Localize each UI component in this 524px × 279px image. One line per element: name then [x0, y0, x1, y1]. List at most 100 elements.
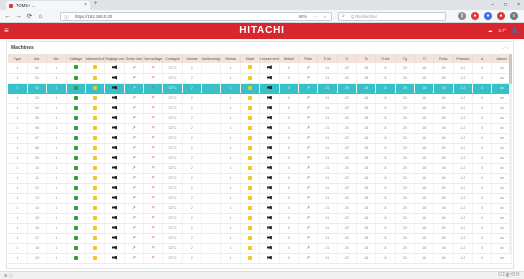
cell-value: 22°C	[168, 216, 177, 220]
column-header[interactable]: Ver.	[46, 54, 67, 63]
column-header[interactable]: Consigne	[162, 54, 183, 63]
table-row[interactable]: 1 03 1 ↗ × 22°C 2 - 1 0 ↗ 21 20 18 8 20 16 40 1,2 0 ok	[8, 93, 512, 104]
cell-value: 21	[325, 96, 330, 100]
table-cell: 20	[395, 203, 416, 214]
scroll-thumb[interactable]	[509, 54, 512, 84]
cell-value: -	[210, 186, 212, 190]
reload-button[interactable]: ⟳	[25, 12, 34, 21]
table-row[interactable]: 1 00 1 ↗ × 22°C 2 - 1 0 ↗ 21 20 18 8 20 16 40 1,2 0 ok	[8, 63, 512, 74]
column-header[interactable]: Puiss.	[433, 54, 454, 63]
column-header[interactable]: Filtre	[298, 54, 319, 63]
column-header[interactable]: Cablage	[66, 54, 86, 63]
library-icon[interactable]: ⫼	[458, 12, 466, 20]
table-cell: ↗	[298, 143, 319, 154]
table-row[interactable]: 1 06 1 ↗ × 22°C 2 - 1 0 ↗ 21 20 18 8 20 16 40 1,2 0 ok	[8, 123, 512, 134]
table-row[interactable]: 1 05 1 ↗ × 22°C 2 - 1 0 ↗ 21 20 18 8 20 16 40 1,2 0 ok	[8, 113, 512, 124]
table-row[interactable]: 1 17 1 ↗ × 22°C 2 - 1 0 ↗ 21 20 18 8 20 16 40 1,2 0 ok	[8, 233, 512, 244]
minimize-button[interactable]: –	[491, 0, 494, 10]
table-cell: 2	[182, 233, 203, 244]
column-header[interactable]: Mode	[240, 54, 261, 63]
table-row[interactable]: 1 10 1 ↗ × 22°C 2-1 0 ↗ 21 20 18 8 20 16 40 1,2 0 ok	[8, 163, 512, 174]
table-row[interactable]: 1 13 1 ↗ × 22°C 2 - 1 0 ↗ 21 20 18 8 20 16 40 1,2 0 ok	[8, 193, 512, 204]
column-header[interactable]: Ti int.	[317, 54, 338, 63]
column-header[interactable]: Pression	[453, 54, 474, 63]
user-icon[interactable]: 👤	[512, 23, 518, 39]
column-header[interactable]: Réglage ventilation	[104, 54, 125, 63]
table-row[interactable]: 1 09 1 ↗ × 22°C 2 - 1 0 ↗ 21 20 18 8 20 16 40 1,2 0 ok	[8, 153, 512, 164]
column-header[interactable]: Verrouillage	[143, 54, 164, 63]
fan-status-icon	[266, 165, 272, 170]
column-header[interactable]: Sortie d'air	[124, 54, 145, 63]
zoom-level[interactable]: 90%	[299, 13, 307, 20]
search-input[interactable]: ⌕ Q Rechercher	[338, 12, 446, 21]
column-header[interactable]: Adr.	[27, 54, 48, 63]
fan-status-icon	[266, 215, 272, 220]
column-header[interactable]: Tc	[356, 54, 377, 63]
bookmark-star-icon[interactable]: ☆	[323, 13, 327, 20]
table-cell: 2	[182, 143, 203, 154]
cell-value: 20	[344, 206, 349, 210]
cell-value: 20	[344, 156, 349, 160]
info-icon[interactable]: ⓘ	[64, 14, 69, 21]
vertical-scrollbar[interactable]	[509, 54, 512, 254]
column-header[interactable]: Antibourrage	[201, 54, 222, 63]
column-header[interactable]: Tr	[337, 54, 357, 63]
column-header[interactable]: Tg	[395, 54, 416, 63]
table-row[interactable]: 1 19 1 ↗ × 22°C 2 - 1 0 ↗ 21 20 18 8 20 16 40 1,2 0 ok	[8, 253, 512, 264]
page-actions-icon[interactable]: ···	[313, 13, 317, 20]
table-row[interactable]: 1 11 1 ↗ × 22°C 2-1 0 ↗ 21 20 18 8 20 16 40 1,2 0 ok	[8, 173, 512, 184]
cell-value: 21	[325, 226, 330, 230]
cell-value: 18	[364, 226, 369, 230]
close-window-button[interactable]: ×	[517, 0, 520, 10]
table-row[interactable]: 1 01 1 ↗ × 22°C 2 - 1 0 ↗ 21 20 18 8 20 16 40 1,2 0 ok	[8, 73, 512, 84]
new-tab-button[interactable]: +	[94, 1, 98, 7]
column-header[interactable]: Lecture ventilation	[259, 54, 280, 63]
table-cell: 20	[395, 103, 416, 114]
url-bar[interactable]: ⓘ https://192.168.0.20 90% ··· ☆	[60, 12, 332, 21]
cell-value: 21	[325, 65, 330, 70]
table-row[interactable]: 1 14 1 ↗ × 22°C 2 - 1 0 ↗ 21 20 18 8 20 16 40 1,2 0 ok	[8, 203, 512, 214]
extension-red-icon[interactable]: ●	[471, 12, 479, 20]
maximize-button[interactable]: □	[504, 0, 507, 10]
table-row[interactable]: 1 18 1 ↗ × 22°C 2 - 1 0 ↗ 21 20 18 8 20 16 40 1,2 0 ok	[8, 243, 512, 254]
table-row[interactable]: 1 16 1 ↗ × 22°C 2 - 1 0 ↗ 21 20 18 8 20 16 40 1,2 0 ok	[8, 223, 512, 234]
table-cell: 0	[279, 163, 299, 174]
column-header[interactable]: Type	[8, 54, 28, 63]
table-row[interactable]: 1 04 1 ↗ × 22°C 2 - 1 0 ↗ 21 20 18 8 20 16 40 1,2 0 ok	[8, 103, 512, 114]
table-cell: 2	[182, 193, 203, 204]
column-header[interactable]: Défaut	[279, 54, 299, 63]
table-header-row: Type Adr. Ver. Cablage Marche/Arrêt Réglage v…	[8, 54, 512, 63]
close-tab-icon[interactable]: ×	[84, 1, 87, 10]
column-header[interactable]: Ti ext.	[375, 54, 396, 63]
table-cell	[85, 73, 106, 84]
cell-value: 1,2	[460, 106, 466, 110]
table-row[interactable]: 1 07 1 ↗ × 22°C 2 - 1 0 ↗ 21 20 18 8 20 16 40 1,2 0 ok	[8, 133, 512, 144]
cell-value: 22°C	[168, 236, 177, 240]
panel-tools[interactable]: ⤢ ×	[502, 45, 509, 50]
table-cell: 2	[182, 103, 203, 114]
table-cell: 2	[182, 93, 203, 104]
table-row[interactable]: 1 12 1 ↗ × 22°C 2 - 1 0 ↗ 21 20 18 8 20 16 40 1,2 0 ok	[8, 183, 512, 194]
table-cell: ↗	[298, 153, 319, 164]
home-button[interactable]: ⌂	[36, 12, 45, 21]
browser-tab[interactable]: TOMS+ … ×	[6, 1, 90, 10]
column-header[interactable]: Volume	[182, 54, 203, 63]
back-button[interactable]: ←	[3, 12, 12, 21]
extension-blue-icon[interactable]: ●	[484, 12, 492, 20]
cabling-ok-icon	[73, 105, 78, 110]
table-row[interactable]: 1 15 1 ↗ × 22°C 2 - 1 0 ↗ 21 20 18 8 20 16 40 1,2 0 ok	[8, 213, 512, 224]
table-cell: 20	[337, 133, 357, 144]
table-cell: 22°C	[162, 233, 183, 244]
table-cell	[85, 223, 106, 234]
table-row[interactable]: 1 08 1 ↗ × 22°C 2 - 1 0 ↗ 21 20 18 8 20 16 40 1,2 0 ok	[8, 143, 512, 154]
column-header[interactable]: Δ	[472, 54, 493, 63]
table-cell: 1	[220, 73, 241, 84]
table-cell: 20	[337, 173, 357, 184]
column-header[interactable]: Tl	[414, 54, 435, 63]
extension-red2-icon[interactable]: ●	[497, 12, 505, 20]
menu-icon[interactable]: ≡	[510, 12, 518, 20]
table-row[interactable]: 1 02 1 ↗ × 22°C 2 - 1 0 ↗ 21 20 18 8 20 16 40 1,2 0 ok	[8, 83, 512, 94]
column-header[interactable]: Marche/Arrêt	[85, 54, 106, 63]
column-header[interactable]: Vitesse	[220, 54, 241, 63]
forward-button[interactable]: →	[14, 12, 23, 21]
